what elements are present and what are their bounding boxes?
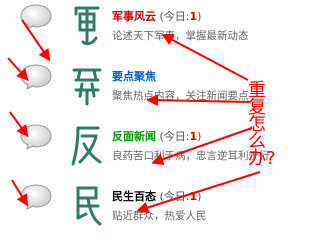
annotation-text: 重复怎么办? xyxy=(248,80,276,169)
arrow-left-2 xyxy=(7,57,29,81)
arrow-right-1 xyxy=(161,34,249,81)
arrow-left-1 xyxy=(21,19,51,62)
arrow-right-4 xyxy=(136,171,261,214)
arrow-left-4 xyxy=(11,179,29,207)
arrow-right-3 xyxy=(151,127,253,166)
arrow-right-2 xyxy=(146,94,251,107)
arrow-left-3 xyxy=(9,111,29,138)
